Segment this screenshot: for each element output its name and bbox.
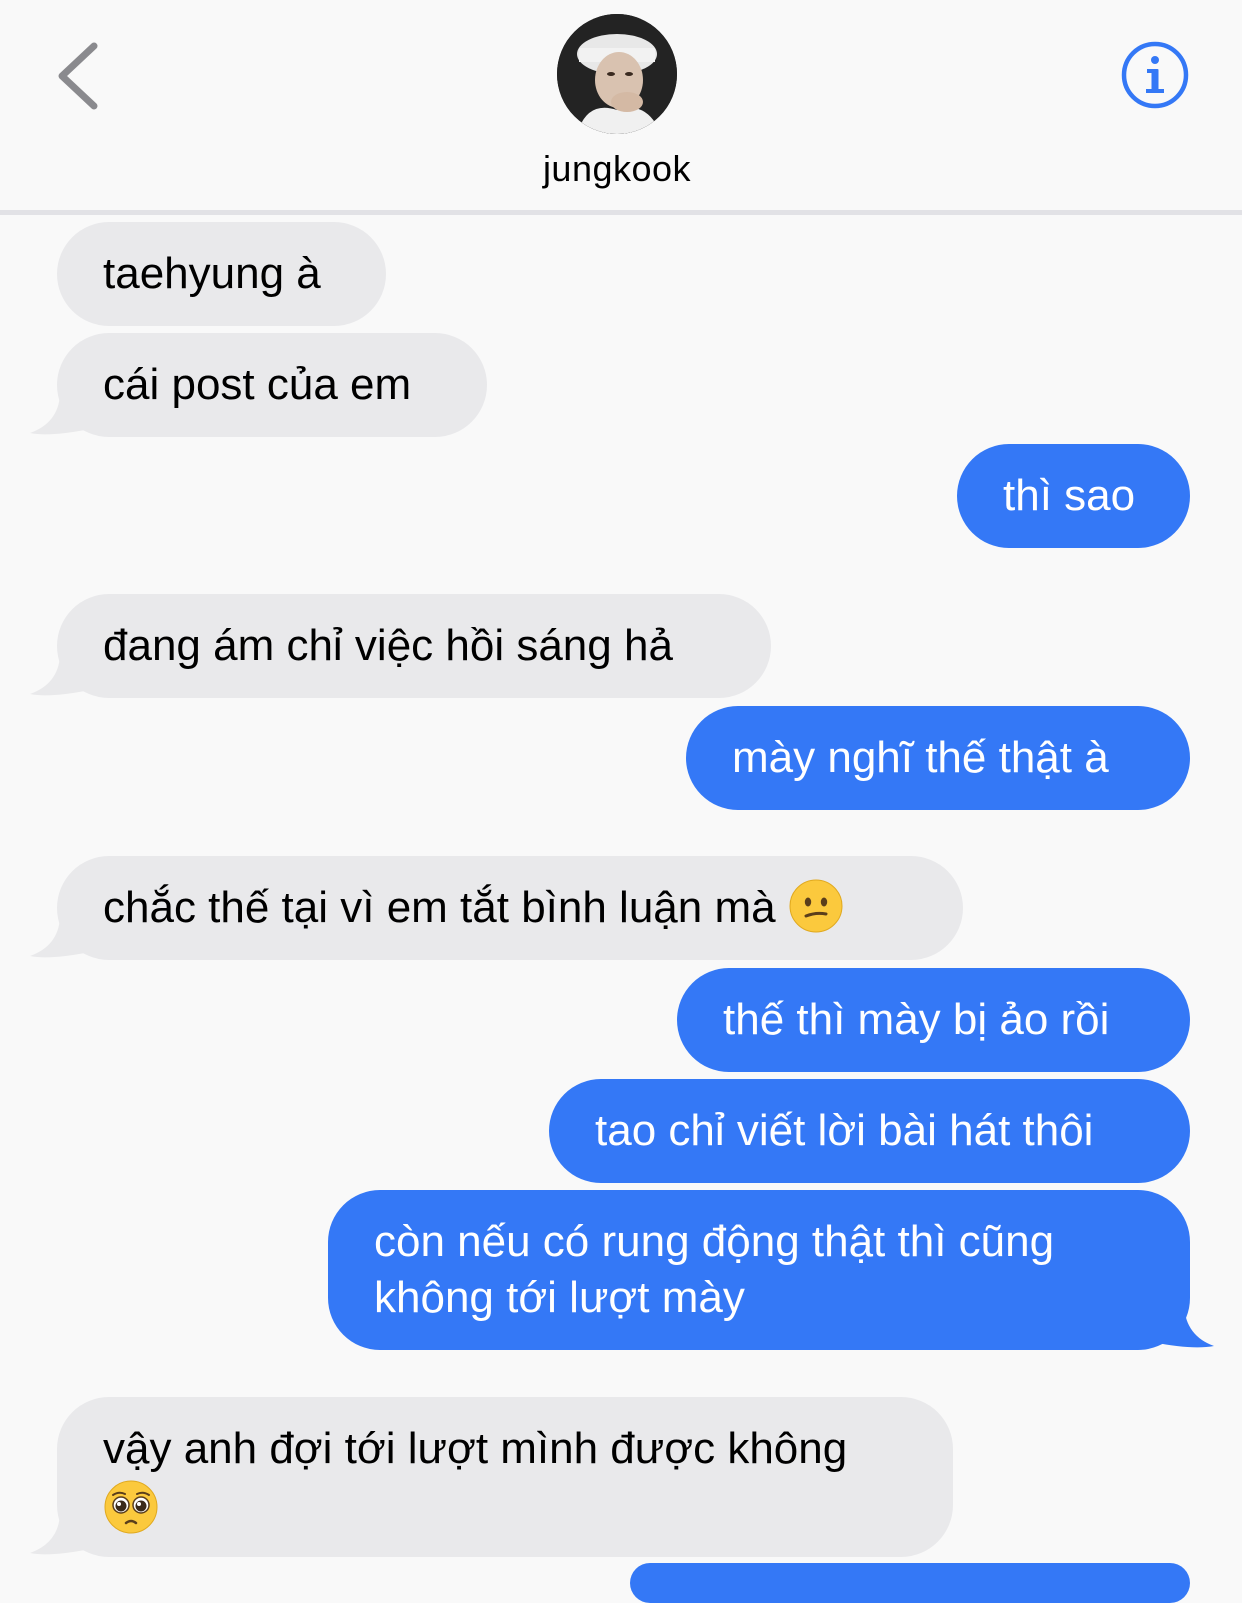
bubble-tail-incoming [30, 918, 90, 958]
bubble-tail-incoming [30, 1515, 90, 1555]
bubble-tail-incoming [30, 656, 90, 696]
info-icon [1121, 41, 1189, 109]
message-text: thì sao [1003, 471, 1136, 520]
message-bubble-incoming[interactable]: vậy anh đợi tới lượt mình được không [57, 1397, 953, 1557]
header-divider [0, 210, 1242, 215]
message-bubble-outgoing[interactable]: thì sao [957, 444, 1190, 548]
message-bubble-incoming[interactable]: taehyung à [57, 222, 386, 326]
pleading-face-emoji-icon [104, 1480, 158, 1534]
message-bubble-incoming[interactable]: đang ám chỉ việc hồi sáng hả [57, 594, 771, 698]
message-emoji-line [103, 1477, 907, 1535]
bubble-tail-outgoing [1152, 1306, 1214, 1348]
message-text: chắc thế tại vì em tắt bình luận mà [103, 883, 776, 932]
contact-avatar[interactable] [557, 14, 677, 134]
message-text-line: còn nếu có rung động thật thì cũng [374, 1217, 1055, 1266]
info-button[interactable] [1120, 40, 1190, 110]
message-text: mày nghĩ thế thật à [732, 733, 1109, 782]
message-bubble-outgoing[interactable]: thế thì mày bị ảo rồi [677, 968, 1190, 1072]
message-bubble-incoming[interactable]: cái post của em [57, 333, 487, 437]
chevron-left-icon [58, 42, 98, 110]
message-text-line: không tới lượt mày [374, 1273, 745, 1322]
message-bubble-incoming[interactable]: chắc thế tại vì em tắt bình luận mà [57, 856, 963, 960]
contact-name[interactable]: jungkook [0, 148, 1234, 190]
message-text: tao chỉ viết lời bài hát thôi [595, 1106, 1094, 1155]
message-text: thế thì mày bị ảo rồi [723, 995, 1110, 1044]
conversation-header: jungkook [0, 0, 1242, 212]
bubble-tail-incoming [30, 395, 90, 435]
neutral-face-emoji-icon [789, 879, 843, 933]
message-text: đang ám chỉ việc hồi sáng hả [103, 621, 673, 670]
message-bubble-outgoing-partial[interactable] [630, 1563, 1190, 1603]
message-text: taehyung à [103, 249, 321, 298]
message-bubble-outgoing[interactable]: mày nghĩ thế thật à [686, 706, 1190, 810]
message-text-line: vậy anh đợi tới lượt mình được không [103, 1424, 848, 1473]
message-bubble-outgoing[interactable]: còn nếu có rung động thật thì cũng không… [328, 1190, 1190, 1350]
message-text: cái post của em [103, 360, 412, 409]
message-bubble-outgoing[interactable]: tao chỉ viết lời bài hát thôi [549, 1079, 1190, 1183]
back-button[interactable] [50, 38, 110, 114]
